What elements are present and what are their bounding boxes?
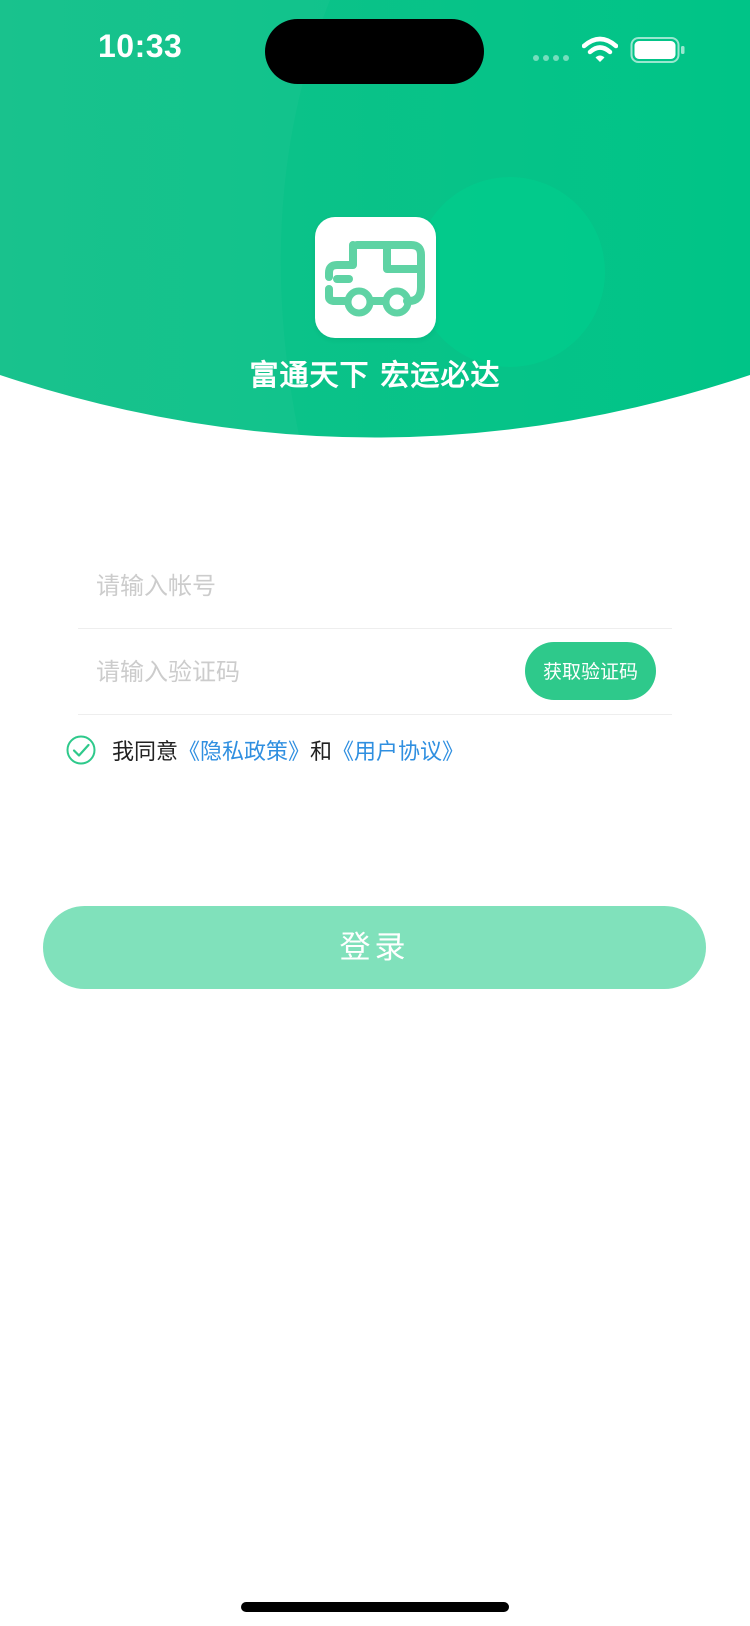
app-logo (315, 217, 436, 338)
delivery-truck-icon (325, 241, 425, 317)
user-agreement-link[interactable]: 《用户协议》 (332, 734, 464, 766)
account-input[interactable] (96, 558, 496, 614)
privacy-policy-link[interactable]: 《隐私政策》 (178, 734, 310, 766)
dynamic-island (265, 19, 484, 84)
cellular-signal-icon (533, 55, 569, 61)
home-indicator (241, 1602, 509, 1612)
battery-icon (630, 37, 685, 63)
account-field (78, 544, 672, 629)
get-verification-code-button[interactable]: 获取验证码 (525, 642, 656, 700)
agreement-row: 我同意 《隐私政策》 和 《用户协议》 (66, 733, 464, 767)
login-button[interactable]: 登录 (43, 906, 706, 989)
wifi-icon (582, 36, 618, 62)
status-time: 10:33 (98, 28, 183, 64)
agreement-prefix: 我同意 (112, 740, 179, 765)
agreement-and: 和 (310, 740, 333, 765)
verification-code-input[interactable] (96, 644, 496, 700)
agreement-checkbox-checked-icon[interactable] (66, 735, 96, 765)
login-screen: 10:33 富通天下 宏运必达 请输入帐号 请输入验证码 获取验证码 我同意 《… (0, 0, 750, 1626)
slogan: 富通天下 宏运必达 (249, 358, 501, 392)
